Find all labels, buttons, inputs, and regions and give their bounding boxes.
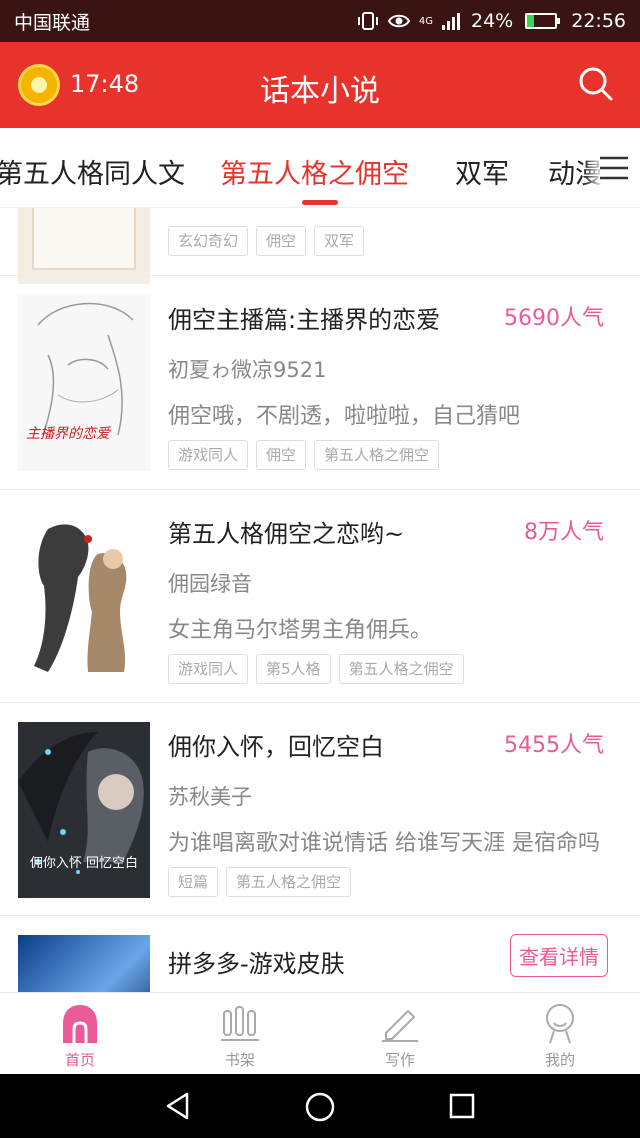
nav-bookshelf[interactable]: 书架 (160, 993, 320, 1074)
book-cover: 佣你入怀 回忆空白 (18, 722, 150, 898)
home-button-icon[interactable] (304, 1091, 336, 1123)
tag: 玄幻奇幻 (168, 226, 249, 256)
popularity-count: 5690人气 (504, 306, 604, 331)
signal-icon (442, 13, 460, 30)
bookshelf-icon (221, 1006, 259, 1041)
nav-write[interactable]: 写作 (320, 993, 480, 1074)
app-header: 17:48 话本小说 (0, 42, 640, 128)
tag: 佣空 (256, 226, 307, 256)
tag-list: 玄幻奇幻 佣空 双军 (168, 226, 365, 256)
tag: 佣空 (256, 440, 307, 470)
tag: 游戏同人 (168, 440, 249, 470)
popularity-count: 8万人气 (524, 520, 604, 545)
cover-caption: 主播界的恋爱 (26, 426, 110, 442)
category-tabs: 第五人格同人文 第五人格之佣空 双军 动漫 (0, 128, 640, 208)
network-label: 4G (418, 15, 433, 27)
tag: 第五人格之佣空 (338, 654, 464, 684)
list-item[interactable]: 主播界的恋爱 佣空主播篇:主播界的恋爱 5690人气 初夏ゎ微凉9521 佣空哦… (0, 276, 640, 490)
book-cover (18, 208, 150, 284)
tag-list: 游戏同人 第5人格 第五人格之佣空 (168, 654, 464, 684)
back-icon[interactable] (163, 1091, 193, 1121)
system-nav-bar (0, 1074, 640, 1138)
battery-percent: 24% (471, 10, 514, 32)
tag: 双军 (314, 226, 365, 256)
tag-list: 游戏同人 佣空 第五人格之佣空 (168, 440, 440, 470)
nav-home[interactable]: 首页 (0, 993, 160, 1074)
carrier-label: 中国联通 (14, 11, 91, 34)
recents-icon[interactable] (448, 1092, 476, 1120)
book-title[interactable]: 佣空主播篇:主播界的恋爱 (168, 300, 440, 335)
status-time: 22:56 (571, 10, 626, 32)
cover-illustration (34, 524, 127, 672)
nav-profile[interactable]: 我的 (480, 993, 640, 1074)
ad-banner-image (18, 935, 150, 992)
page-title: 话本小说 (260, 74, 380, 109)
book-description: 为谁唱离歌对谁说情话 给谁写天涯 是宿命吗 (168, 831, 600, 856)
battery-icon (525, 13, 561, 29)
nav-home-label: 首页 (64, 1051, 95, 1069)
nav-bookshelf-label: 书架 (224, 1051, 255, 1069)
book-author: 初夏ゎ微凉9521 (168, 358, 327, 382)
tab-yongkong[interactable]: 第五人格之佣空 (220, 152, 409, 191)
tag: 第五人格之佣空 (226, 867, 352, 897)
list-item[interactable]: 佣你入怀 回忆空白 佣你入怀，回忆空白 5455人气 苏秋美子 为谁唱离歌对谁说… (0, 703, 640, 916)
tab-menu-button[interactable] (584, 128, 640, 207)
popularity-count: 5455人气 (504, 733, 604, 758)
nav-write-label: 写作 (384, 1051, 415, 1069)
tag: 短篇 (168, 867, 219, 897)
ad-item[interactable]: 拼多多-游戏皮肤 查看详情 (0, 916, 640, 992)
cover-illustration (18, 732, 144, 874)
tag: 第五人格之佣空 (314, 440, 440, 470)
book-description: 佣空哦，不剧透，啦啦啦，自己猜吧 (168, 404, 521, 429)
book-title[interactable]: 第五人格佣空之恋哟~ (168, 514, 404, 549)
tag: 第5人格 (256, 654, 331, 684)
eye-icon (387, 14, 411, 28)
vibrate-icon (357, 12, 378, 30)
book-cover (18, 509, 150, 685)
cover-illustration (37, 302, 134, 436)
ad-title[interactable]: 拼多多-游戏皮肤 (168, 944, 345, 979)
tab-shuangjun[interactable]: 双军 (455, 152, 509, 191)
view-details-button[interactable]: 查看详情 (510, 934, 608, 977)
tab-tongrenwen[interactable]: 第五人格同人文 (0, 152, 185, 191)
list-item[interactable]: 玄幻奇幻 佣空 双军 (0, 208, 640, 284)
tag: 游戏同人 (168, 654, 249, 684)
book-title[interactable]: 佣你入怀，回忆空白 (168, 727, 384, 762)
book-list: 玄幻奇幻 佣空 双军 主播界的恋爱 佣空主播篇:主播界的恋爱 5690人气 初夏… (0, 208, 640, 992)
cover-caption: 佣你入怀 回忆空白 (29, 856, 139, 871)
list-item[interactable]: 第五人格佣空之恋哟~ 8万人气 佣园绿音 女主角马尔塔男主角佣兵。 游戏同人 第… (0, 490, 640, 703)
user-icon (546, 1004, 574, 1044)
book-author: 苏秋美子 (168, 785, 252, 809)
menu-icon (600, 156, 628, 180)
pen-icon (382, 1009, 418, 1042)
tag-list: 短篇 第五人格之佣空 (168, 867, 352, 897)
bottom-nav: 首页 书架 写作 我的 (0, 992, 640, 1074)
book-cover: 主播界的恋爱 (18, 295, 150, 471)
nav-profile-label: 我的 (544, 1051, 575, 1069)
status-icons: 4G 24% 22:56 (357, 10, 626, 32)
status-bar: 中国联通 4G 24% 22:56 (0, 0, 640, 42)
search-icon[interactable] (578, 66, 614, 102)
active-tab-indicator (302, 200, 338, 205)
book-author: 佣园绿音 (168, 572, 252, 596)
book-description: 女主角马尔塔男主角佣兵。 (168, 618, 433, 643)
home-icon (63, 1005, 97, 1043)
